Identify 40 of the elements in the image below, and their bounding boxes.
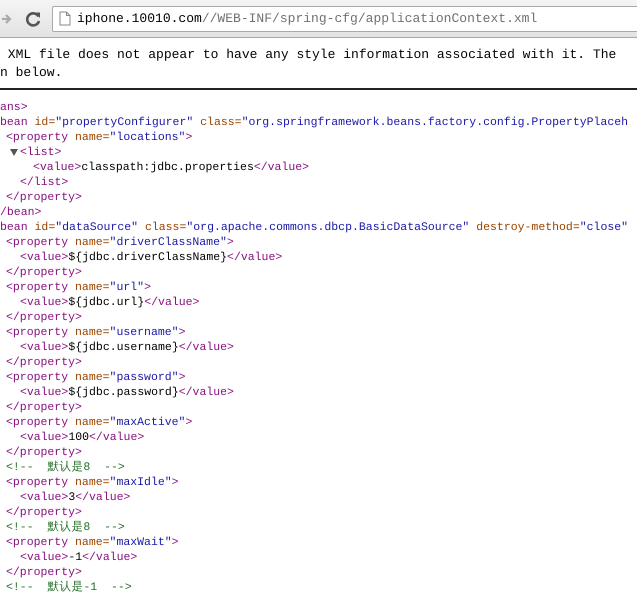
xml-code-line: </property> bbox=[6, 400, 82, 415]
xml-code-line: <value>3</value> bbox=[20, 490, 130, 505]
xml-code-line: </property> bbox=[6, 265, 82, 280]
xml-code-line: <property name="maxWait"> bbox=[6, 535, 179, 550]
xml-code-line: </property> bbox=[6, 565, 82, 580]
xml-code-line: <property name="maxActive"> bbox=[6, 415, 192, 430]
xml-code-line: <value>classpath:jdbc.properties</value> bbox=[33, 160, 310, 175]
xml-code-line: <value>100</value> bbox=[20, 430, 144, 445]
info-message: XML file does not appear to have any style information associated with it. The bbox=[6, 47, 616, 62]
xml-code-line: bean id="dataSource" class="org.apache.commons.dbcp.BasicDataSource" destroy-method="close" bbox=[0, 220, 628, 235]
xml-code-line: <!-- 默认是8 --> bbox=[6, 520, 125, 535]
xml-code-line: <property name="password"> bbox=[6, 370, 186, 385]
xml-code-line: </list> bbox=[20, 175, 68, 190]
xml-code-line: </property> bbox=[6, 355, 82, 370]
address-bar[interactable]: iphone.10010.com//WEB-INF/spring-cfg/applicationContext.xml bbox=[52, 6, 637, 32]
url-text: iphone.10010.com//WEB-INF/spring-cfg/applicationContext.xml bbox=[77, 11, 538, 26]
xml-code-line: <property name="locations"> bbox=[6, 130, 192, 145]
xml-code-line: <!-- 默认是8 --> bbox=[6, 460, 125, 475]
xml-code-line: </property> bbox=[6, 445, 82, 460]
info-message: n below. bbox=[0, 65, 62, 80]
xml-code-line: <value>${jdbc.username}</value> bbox=[20, 340, 234, 355]
xml-code-line: <list> bbox=[20, 145, 62, 160]
xml-code-line: </property> bbox=[6, 310, 82, 325]
xml-code-line: </property> bbox=[6, 190, 82, 205]
xml-code-line: </property> bbox=[6, 505, 82, 520]
xml-code-line: ans> bbox=[0, 100, 28, 115]
page-icon bbox=[59, 11, 71, 26]
xml-code-line: <property name="maxIdle"> bbox=[6, 475, 179, 490]
xml-code-line: <property name="username"> bbox=[6, 325, 186, 340]
xml-code-line: <value>${jdbc.driverClassName}</value> bbox=[20, 250, 282, 265]
xml-code-line: <property name="driverClassName"> bbox=[6, 235, 234, 250]
xml-code-line: <value>${jdbc.password}</value> bbox=[20, 385, 234, 400]
xml-code-line: <!-- 默认是-1 --> bbox=[6, 580, 132, 595]
expand-toggle-icon[interactable] bbox=[10, 149, 18, 156]
xml-code-line: <value>${jdbc.url}</value> bbox=[20, 295, 200, 310]
reload-icon[interactable] bbox=[24, 10, 42, 28]
xml-code-line: <property name="url"> bbox=[6, 280, 151, 295]
xml-code-line: <value>-1</value> bbox=[20, 550, 138, 565]
xml-code-line: bean id="propertyConfigurer" class="org.springframework.beans.factory.config.PropertyPlaceh bbox=[0, 115, 628, 130]
xml-code-line: /bean> bbox=[0, 205, 42, 220]
